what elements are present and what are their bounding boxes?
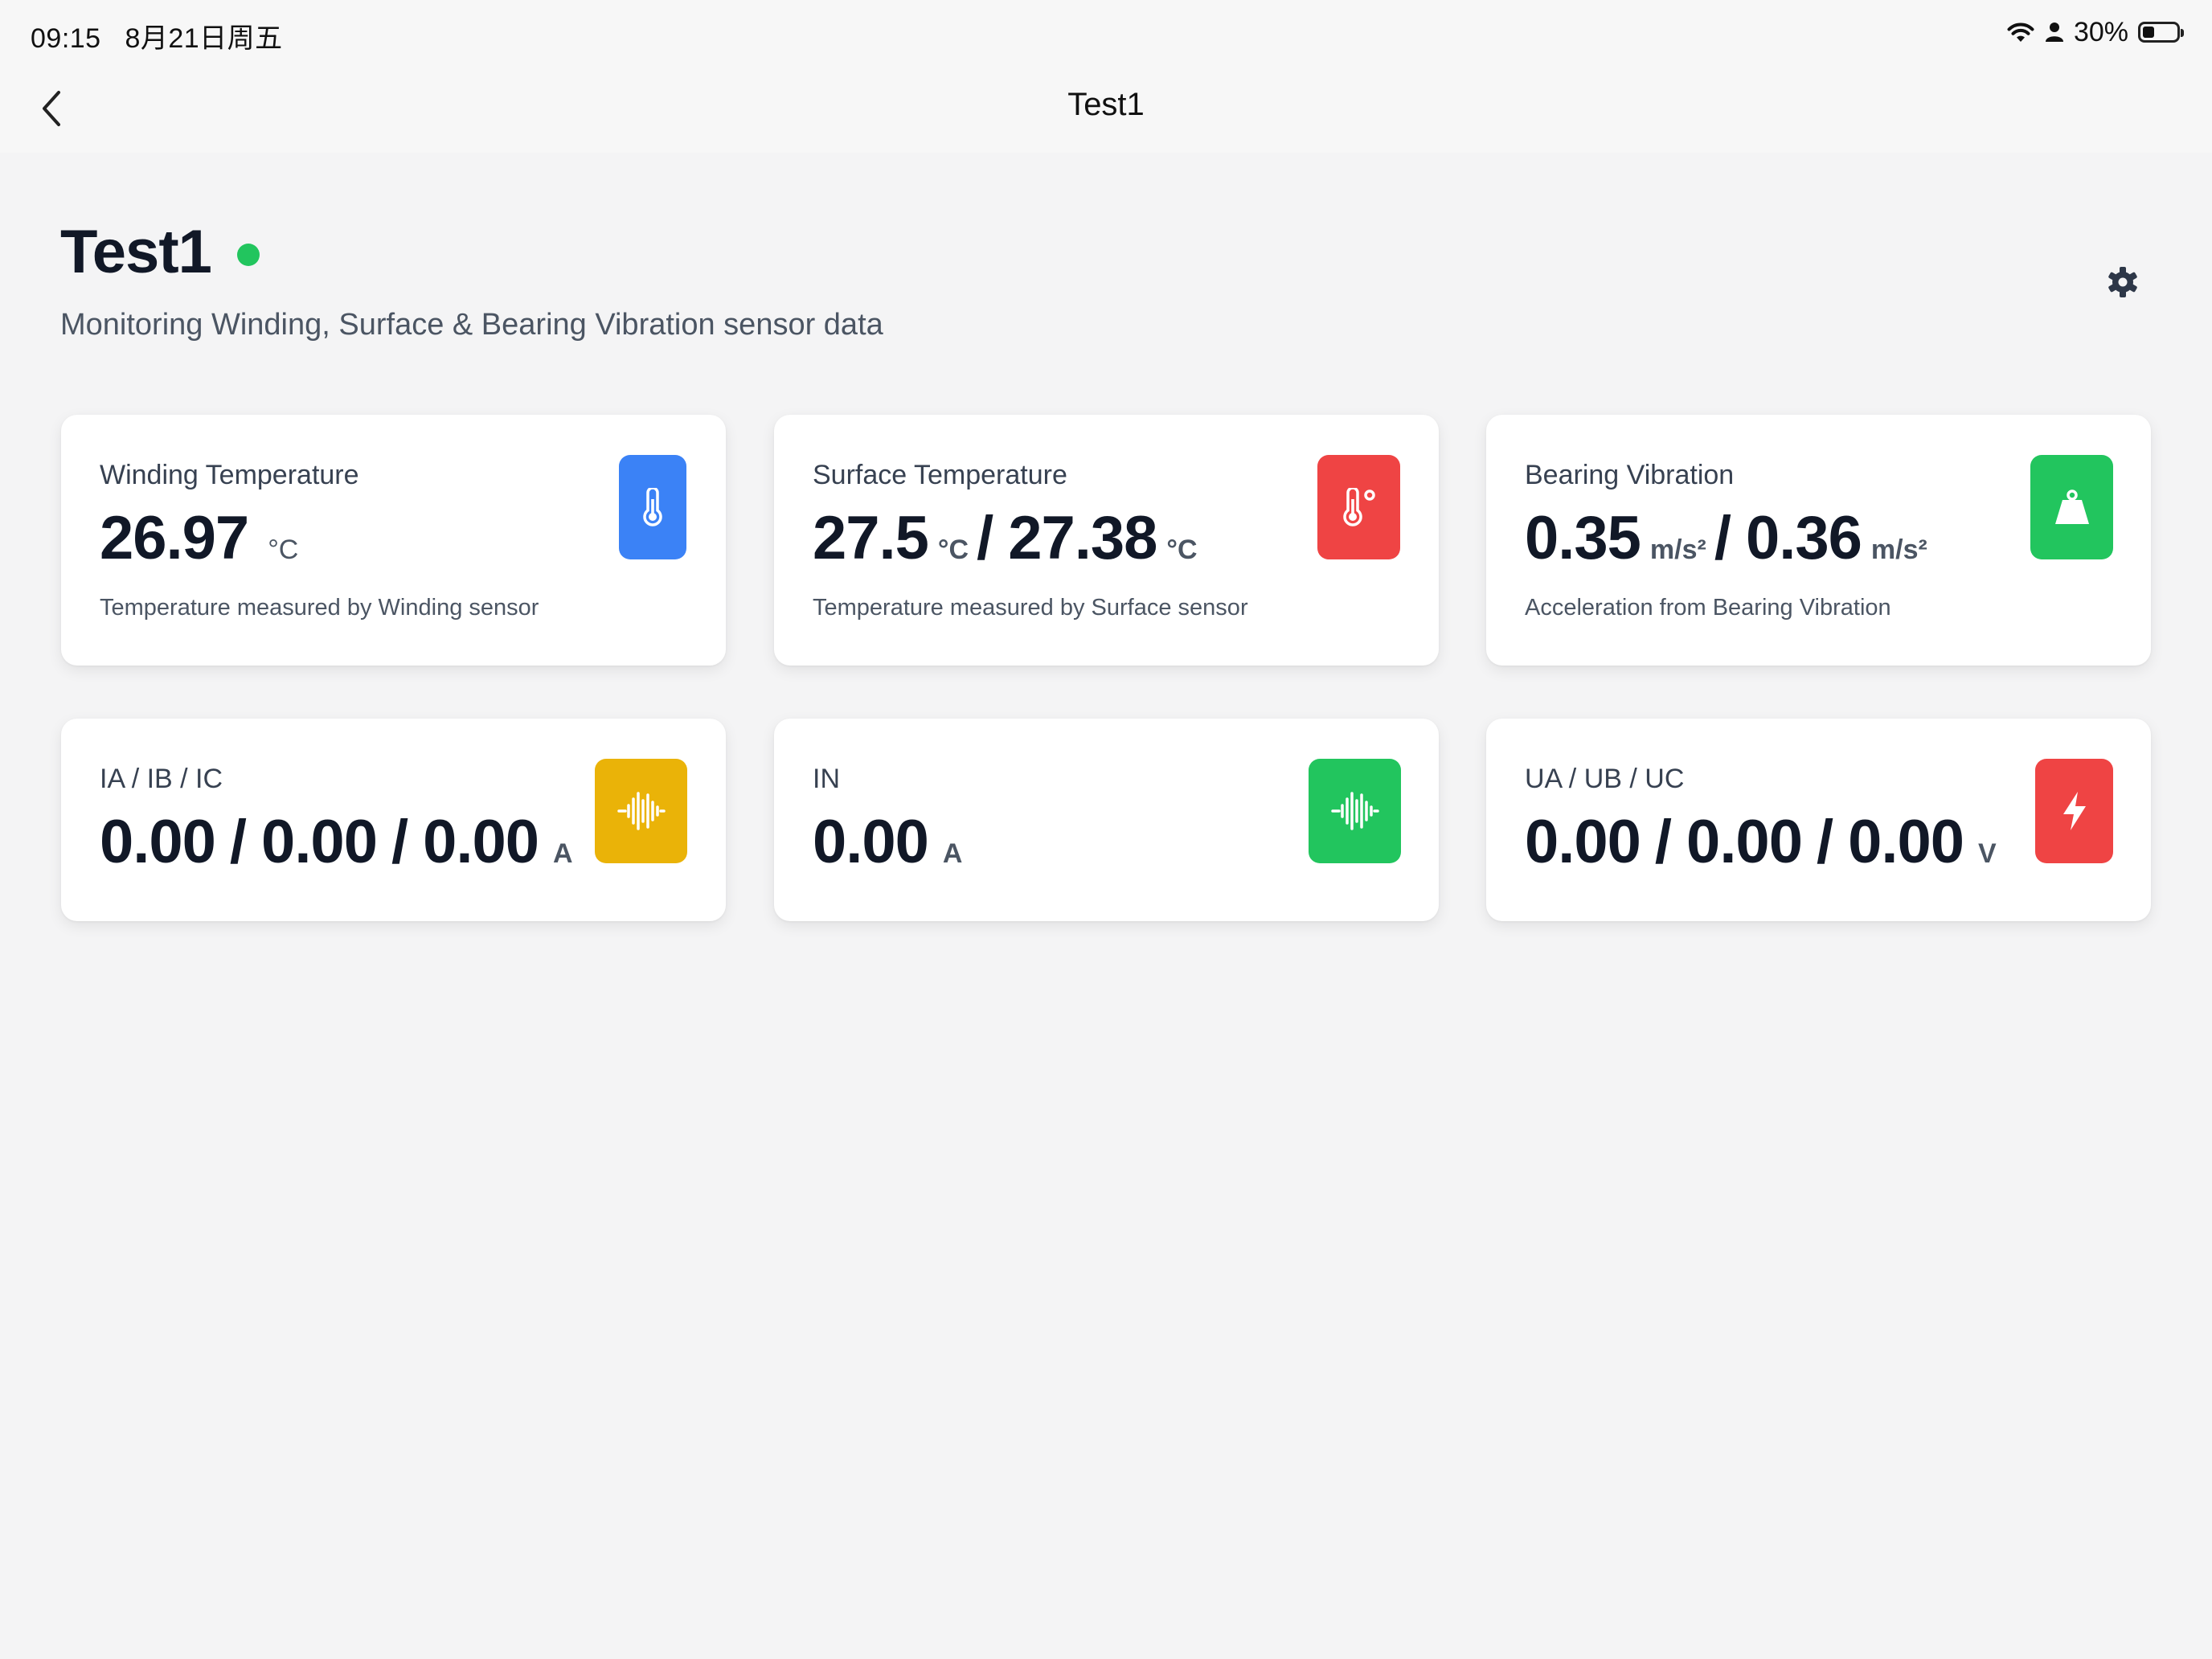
- status-clock: 09:15: [31, 23, 101, 54]
- settings-button[interactable]: [2099, 259, 2146, 305]
- card-description: Temperature measured by Surface sensor: [813, 595, 1248, 621]
- waveform-icon-badge: [595, 759, 687, 863]
- surface-temperature-value-1: 27.5: [813, 504, 929, 572]
- ia-value: 0.00: [100, 808, 216, 876]
- in-value: 0.00: [813, 808, 929, 876]
- card-label: IA / IB / IC: [100, 764, 223, 794]
- unit-label: °C: [937, 535, 969, 565]
- unit-label: m/s²: [1649, 535, 1706, 565]
- person-icon: [2045, 23, 2063, 42]
- card-description: Acceleration from Bearing Vibration: [1525, 595, 1891, 621]
- unit-label: m/s²: [1870, 535, 1927, 565]
- value-separator: /: [391, 808, 409, 876]
- value-separator: /: [1654, 808, 1673, 876]
- wifi-icon: [2007, 23, 2034, 42]
- bearing-vibration-value-1: 0.35: [1525, 504, 1641, 572]
- thermometer-degree-icon-badge: [1317, 455, 1400, 559]
- ib-value: 0.00: [261, 808, 378, 876]
- status-time: 09:15 8月21日周五: [31, 16, 283, 55]
- card-label: Winding Temperature: [100, 460, 359, 490]
- weight-icon: [2054, 490, 2089, 524]
- waveform-icon: [1330, 792, 1379, 830]
- lightning-icon-badge: [2035, 759, 2113, 863]
- unit-label: °C: [268, 535, 299, 565]
- value-separator: /: [1714, 504, 1731, 572]
- nav-title: Test1: [1067, 87, 1145, 122]
- ua-value: 0.00: [1525, 808, 1641, 876]
- waveform-icon-badge: [1309, 759, 1401, 863]
- battery-icon: [2138, 22, 2184, 43]
- status-indicators: 30%: [2006, 14, 2184, 50]
- phase-current-card[interactable]: IA / IB / IC 0.00 / 0.00 / 0.00 A: [61, 719, 726, 921]
- title-row: Test1: [60, 217, 883, 287]
- unit-label: °C: [1166, 535, 1198, 565]
- card-value-row: 0.00 A: [813, 807, 970, 877]
- card-value-row: 26.97 °C: [100, 503, 306, 573]
- card-label: Bearing Vibration: [1525, 460, 1735, 490]
- online-status-dot: [236, 243, 260, 266]
- card-value-row: 0.35 m/s² / 0.36 m/s²: [1525, 503, 1936, 573]
- status-date: 8月21日周五: [125, 23, 283, 54]
- card-description: Temperature measured by Winding sensor: [100, 595, 539, 621]
- page-subtitle: Monitoring Winding, Surface & Bearing Vi…: [60, 308, 883, 342]
- status-bar: 09:15 8月21日周五 30%: [0, 0, 2212, 64]
- phase-voltage-card[interactable]: UA / UB / UC 0.00 / 0.00 / 0.00 V: [1486, 719, 2151, 921]
- ic-value: 0.00: [423, 808, 539, 876]
- card-label: UA / UB / UC: [1525, 764, 1685, 794]
- value-separator: /: [977, 504, 994, 572]
- navigation-bar: Test1: [0, 64, 2212, 153]
- card-value-row: 0.00 / 0.00 / 0.00 A: [100, 807, 581, 877]
- weight-icon-badge: [2030, 455, 2113, 559]
- ub-value: 0.00: [1686, 808, 1803, 876]
- winding-temperature-card[interactable]: Winding Temperature 26.97 °C Temperature…: [61, 415, 726, 666]
- surface-temperature-value-2: 27.38: [1008, 504, 1157, 572]
- value-separator: /: [1816, 808, 1834, 876]
- card-label: Surface Temperature: [813, 460, 1067, 490]
- card-value-row: 27.5 °C / 27.38 °C: [813, 503, 1206, 573]
- bearing-vibration-value-2: 0.36: [1745, 504, 1862, 572]
- uc-value: 0.00: [1848, 808, 1964, 876]
- card-value-row: 0.00 / 0.00 / 0.00 V: [1525, 807, 2005, 877]
- card-label: IN: [813, 764, 840, 794]
- gear-icon: [2108, 267, 2137, 297]
- thermometer-icon: [643, 488, 662, 526]
- unit-label: A: [942, 838, 963, 869]
- page-header: Test1 Monitoring Winding, Surface & Bear…: [60, 217, 883, 342]
- battery-fill: [2143, 27, 2154, 38]
- unit-label: A: [553, 838, 573, 869]
- page-title: Test1: [60, 218, 212, 286]
- lightning-icon: [2062, 792, 2086, 830]
- neutral-current-card[interactable]: IN 0.00 A: [774, 719, 1439, 921]
- surface-temperature-card[interactable]: Surface Temperature 27.5 °C / 27.38 °C T…: [774, 415, 1439, 666]
- battery-percent: 30%: [2073, 16, 2128, 47]
- waveform-icon: [616, 792, 666, 830]
- value-separator: /: [229, 808, 248, 876]
- bearing-vibration-card[interactable]: Bearing Vibration 0.35 m/s² / 0.36 m/s² …: [1486, 415, 2151, 666]
- thermometer-icon-badge: [619, 455, 686, 559]
- thermometer-degree-icon: [1342, 488, 1375, 526]
- unit-label: V: [1978, 838, 1997, 869]
- winding-temperature-value: 26.97: [100, 504, 249, 572]
